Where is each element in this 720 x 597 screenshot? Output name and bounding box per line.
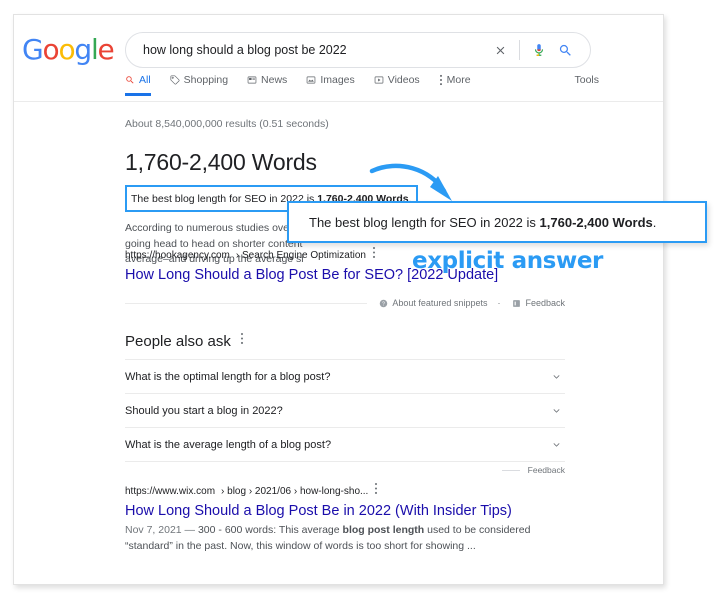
- annotation-callout-text: The best blog length for SEO in 2022 is …: [309, 215, 656, 230]
- chevron-down-icon: [553, 443, 560, 447]
- result-2-options-kebab-icon[interactable]: [374, 482, 378, 500]
- callout-suffix: .: [652, 214, 657, 230]
- paa-question-3[interactable]: What is the average length of a blog pos…: [125, 427, 565, 461]
- footer-divider: [125, 302, 368, 304]
- serp-nav-tabs: All Shopping News Images Videos More Too…: [125, 74, 605, 101]
- paa-question-2-label: Should you start a blog in 2022?: [125, 404, 283, 417]
- about-featured-snippets-link[interactable]: ? About featured snippets: [379, 298, 487, 308]
- about-featured-snippets-label: About featured snippets: [392, 298, 488, 308]
- organic-result-2: https://www.wix.com › blog › 2021/06 › h…: [125, 482, 565, 554]
- result-2-snippet-part1: 300 - 600 words: This average: [197, 524, 343, 536]
- search-results-card: Google All: [13, 14, 664, 585]
- logo-letter-3: o: [58, 33, 75, 66]
- tab-all-label: All: [139, 74, 151, 86]
- paa-footer: Feedback: [125, 461, 565, 475]
- result-2-snippet-date: Nov 7, 2021 —: [125, 524, 198, 536]
- chevron-down-icon: [553, 409, 560, 413]
- tab-shopping-label: Shopping: [183, 74, 229, 86]
- tab-images-label: Images: [320, 74, 355, 86]
- result-2-domain[interactable]: https://www.wix.com: [125, 486, 215, 497]
- tab-more-label: More: [446, 74, 471, 86]
- logo-letter-5: l: [90, 33, 99, 66]
- featured-snippet-footer: ? About featured snippets · Feedback: [125, 298, 565, 308]
- paa-question-2[interactable]: Should you start a blog in 2022?: [125, 393, 565, 427]
- paa-header: People also ask: [125, 332, 565, 350]
- tab-videos[interactable]: Videos: [374, 74, 420, 93]
- chevron-down-icon: [553, 375, 560, 379]
- snippet-feedback-label: Feedback: [525, 298, 565, 308]
- footer-dot-separator: ·: [497, 298, 501, 308]
- snippet-feedback-link[interactable]: Feedback: [512, 298, 565, 308]
- paa-options-kebab-icon[interactable]: [240, 332, 244, 350]
- source-domain[interactable]: https://hookagency.com: [125, 250, 230, 261]
- tab-news-label: News: [261, 74, 288, 86]
- annotation-label: explicit answer: [412, 248, 603, 274]
- logo-letter-4: g: [74, 33, 92, 66]
- source-breadcrumb: › Search Engine Optimization: [235, 249, 366, 261]
- paa-feedback-label[interactable]: Feedback: [528, 465, 565, 475]
- result-stats: About 8,540,000,000 results (0.51 second…: [125, 118, 329, 130]
- search-box[interactable]: [125, 32, 591, 68]
- paragraph-line-1: According to numerous studies over the: [125, 222, 311, 234]
- paa-question-1[interactable]: What is the optimal length for a blog po…: [125, 359, 565, 393]
- search-divider: [519, 40, 520, 60]
- tab-news[interactable]: News: [247, 74, 287, 93]
- result-2-title[interactable]: How Long Should a Blog Post Be in 2022 (…: [125, 503, 565, 519]
- flag-icon: [513, 299, 521, 307]
- paa-title: People also ask: [125, 332, 231, 350]
- result-2-snippet-bold: blog post length: [342, 524, 425, 536]
- logo-letter-1: G: [22, 33, 44, 66]
- tab-images[interactable]: Images: [306, 74, 355, 93]
- paa-question-1-label: What is the optimal length for a blog po…: [125, 370, 331, 383]
- search-input[interactable]: [126, 43, 487, 57]
- help-icon: ?: [380, 299, 388, 307]
- tab-all[interactable]: All: [125, 74, 151, 96]
- tab-shopping[interactable]: Shopping: [170, 74, 228, 93]
- clear-search-icon[interactable]: [487, 44, 513, 57]
- paa-question-3-label: What is the average length of a blog pos…: [125, 438, 332, 451]
- svg-text:?: ?: [382, 301, 385, 307]
- tab-videos-label: Videos: [387, 74, 420, 86]
- serp-header: Google All: [14, 15, 663, 102]
- result-options-kebab-icon[interactable]: [372, 246, 376, 264]
- annotation-callout-box: The best blog length for SEO in 2022 is …: [287, 201, 707, 243]
- tools-button[interactable]: Tools: [574, 74, 605, 86]
- result-2-url-line: https://www.wix.com › blog › 2021/06 › h…: [125, 482, 565, 500]
- people-also-ask: People also ask What is the optimal leng…: [125, 332, 565, 475]
- search-submit-icon[interactable]: [552, 43, 578, 58]
- logo-letter-6: e: [97, 33, 115, 66]
- callout-bold: 1,760-2,400 Words: [539, 214, 653, 230]
- result-2-snippet: Nov 7, 2021 — 300 - 600 words: This aver…: [125, 522, 565, 554]
- tab-more[interactable]: More: [439, 74, 471, 93]
- microphone-icon[interactable]: [526, 41, 552, 59]
- result-2-breadcrumb: › blog › 2021/06 › how-long-sho...: [221, 485, 369, 497]
- callout-prefix: The best blog length for SEO in 2022 is: [309, 214, 540, 230]
- logo-letter-2: o: [42, 33, 60, 66]
- featured-snippet-headline: 1,760-2,400 Words: [125, 149, 317, 175]
- paa-footer-divider: [501, 469, 520, 471]
- google-logo[interactable]: Google: [22, 33, 115, 66]
